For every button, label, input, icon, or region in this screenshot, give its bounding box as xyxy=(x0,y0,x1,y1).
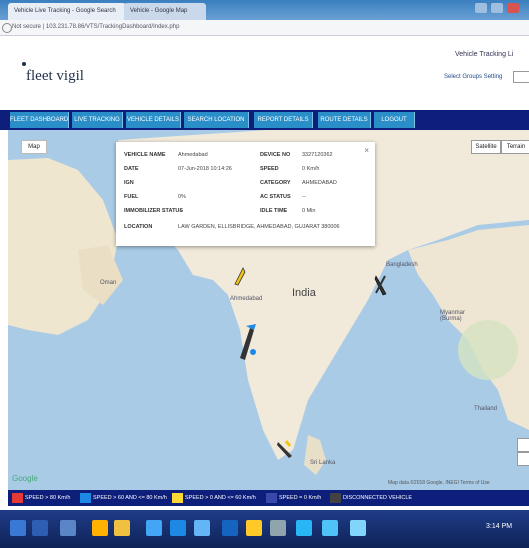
popup-key: IGN xyxy=(124,180,134,186)
map-attribution: Map data ©2018 Google, INEGI Terms of Us… xyxy=(388,480,490,486)
app-logo[interactable]: fleet vigil xyxy=(26,68,84,85)
popup-key: CATEGORY xyxy=(260,180,291,186)
nav-live-tracking[interactable]: LIVE TRACKING xyxy=(72,112,123,128)
browser-tabstrip: Vehicle Live Tracking - Google Search Ve… xyxy=(0,0,529,20)
popup-value: 07-Jun-2018 10:14:26 xyxy=(178,166,232,172)
skype-icon[interactable] xyxy=(322,520,338,536)
terrain-button[interactable]: Terrain xyxy=(501,140,529,154)
legend-swatch xyxy=(80,493,91,503)
mail-icon[interactable] xyxy=(246,520,262,536)
satellite-button[interactable]: Satellite xyxy=(471,140,501,154)
main-nav: FLEET DASHBOARD LIVE TRACKING VEHICLE DE… xyxy=(0,110,529,130)
browser-tab[interactable]: Vehicle Live Tracking - Google Search xyxy=(8,3,126,20)
google-logo: Google xyxy=(12,474,38,483)
taskbar-clock[interactable]: 3:14 PM xyxy=(486,523,512,530)
folder-icon[interactable] xyxy=(114,520,130,536)
nav-search-location[interactable]: SEARCH LOCATION xyxy=(184,112,249,128)
popup-value: 3327120362 xyxy=(302,152,333,158)
legend-swatch xyxy=(266,493,277,503)
map-type-dropdown[interactable]: Map xyxy=(21,140,47,154)
truck-marker-icon[interactable] xyxy=(374,274,388,296)
windows-taskbar: 3:14 PM xyxy=(0,510,529,548)
legend-swatch xyxy=(172,493,183,503)
network-icon[interactable] xyxy=(296,520,312,536)
start-icon[interactable] xyxy=(10,520,26,536)
store-icon[interactable] xyxy=(194,520,210,536)
logo-dot-icon xyxy=(22,62,26,66)
nav-vehicle-details[interactable]: VEHICLE DETAILS xyxy=(126,112,181,128)
map-label: Myanmar (Burma) xyxy=(440,310,466,322)
legend-label: SPEED > 80 Km/h xyxy=(25,495,71,501)
popup-key: VEHICLE NAME xyxy=(124,152,166,158)
truck-marker-icon[interactable] xyxy=(236,322,258,362)
edge-icon[interactable] xyxy=(92,520,108,536)
legend-swatch xyxy=(330,493,341,503)
legend-label: SPEED > 0 AND <= 60 Km/h xyxy=(185,495,256,501)
chrome-icon[interactable] xyxy=(170,520,186,536)
explorer-icon[interactable] xyxy=(32,520,48,536)
map-canvas[interactable]: India Bangladesh Myanmar (Burma) Thailan… xyxy=(8,130,529,490)
close-icon[interactable] xyxy=(507,3,519,13)
popup-value: -- xyxy=(302,194,306,200)
legend-swatch xyxy=(12,493,23,503)
popup-key: LOCATION xyxy=(124,224,153,230)
map-label: Thailand xyxy=(474,406,498,412)
popup-key: IDLE TIME xyxy=(260,208,288,214)
legend-label: SPEED = 0 Km/h xyxy=(279,495,322,501)
map-label: Bangladesh xyxy=(386,262,418,268)
maximize-icon[interactable] xyxy=(491,3,503,13)
popup-value: Ahmedabad xyxy=(178,152,208,158)
nav-logout[interactable]: LOGOUT xyxy=(374,112,415,128)
zoom-out-icon[interactable] xyxy=(517,452,529,466)
groups-select[interactable] xyxy=(513,71,529,83)
legend-label: DISCONNECTED VEHICLE xyxy=(343,495,413,501)
groups-link[interactable]: Select Groups Setting xyxy=(444,74,502,80)
popup-key: IMMOBILIZER STATUS xyxy=(124,208,184,214)
info-icon[interactable] xyxy=(2,23,12,33)
popup-key: FUEL xyxy=(124,194,139,200)
nav-report-details[interactable]: REPORT DETAILS xyxy=(254,112,313,128)
popup-value: LAW GARDEN, ELLISBRIDGE, AHMEDABAD, GUJA… xyxy=(178,224,340,230)
address-text: Not secure | 103.231.78.86/VTS/TrackingD… xyxy=(12,24,180,30)
popup-value: 0 Min xyxy=(302,208,316,214)
popup-value: -- xyxy=(178,208,182,214)
popup-value: 0 Km/h xyxy=(302,166,320,172)
map-label: Ahmedabad xyxy=(230,296,263,302)
popup-value: AHMEDABAD xyxy=(302,180,337,186)
photos-icon[interactable] xyxy=(222,520,238,536)
photos2-icon[interactable] xyxy=(350,520,366,536)
nav-route-details[interactable]: ROUTE DETAILS xyxy=(318,112,371,128)
popup-key: DATE xyxy=(124,166,139,172)
browser-tab[interactable]: Vehicle - Google Map xyxy=(124,3,206,20)
map-label: Oman xyxy=(100,280,117,286)
map-label: Sri Lanka xyxy=(310,460,336,466)
minimize-icon[interactable] xyxy=(475,3,487,13)
nav-dashboard[interactable]: FLEET DASHBOARD xyxy=(10,112,69,128)
popup-key: DEVICE NO xyxy=(260,152,291,158)
legend-label: SPEED > 60 AND <= 80 Km/h xyxy=(93,495,167,501)
media-icon[interactable] xyxy=(60,520,76,536)
word-icon[interactable] xyxy=(270,520,286,536)
map-label-india: India xyxy=(292,287,316,299)
truck-marker-icon[interactable] xyxy=(276,438,296,460)
popup-key: SPEED xyxy=(260,166,279,172)
popup-key: AC STATUS xyxy=(260,194,291,200)
vehicle-info-popup: × VEHICLE NAME Ahmedabad DEVICE NO 33271… xyxy=(116,142,375,246)
ie-icon[interactable] xyxy=(146,520,162,536)
popup-value: 0% xyxy=(178,194,186,200)
popup-close-button[interactable]: × xyxy=(364,146,369,155)
zoom-in-icon[interactable] xyxy=(517,438,529,452)
address-bar[interactable]: Not secure | 103.231.78.86/VTS/TrackingD… xyxy=(0,20,529,36)
page-title: Vehicle Tracking Li xyxy=(455,51,514,58)
speed-legend: SPEED > 80 Km/h SPEED > 60 AND <= 80 Km/… xyxy=(8,490,529,506)
truck-marker-icon[interactable] xyxy=(232,266,246,286)
